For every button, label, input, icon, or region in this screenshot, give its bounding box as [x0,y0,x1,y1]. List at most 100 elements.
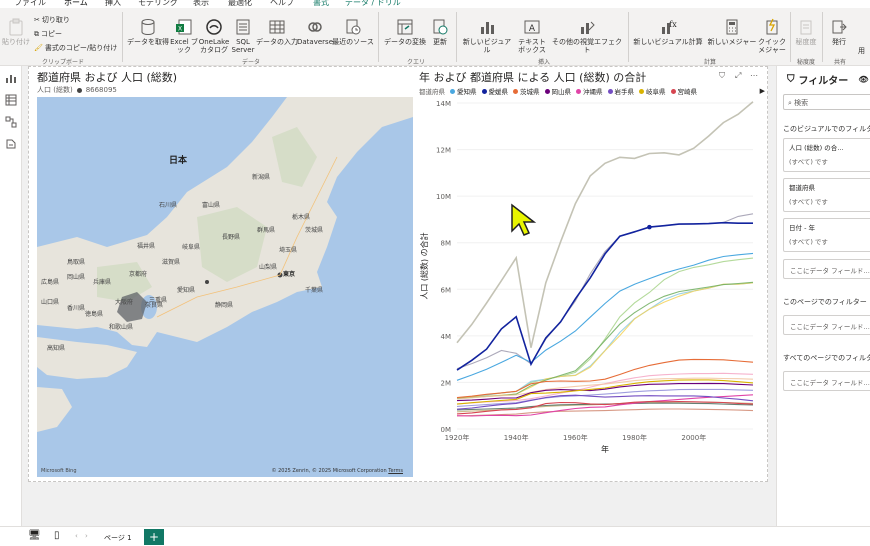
tab-view[interactable]: 表示 [193,0,209,8]
more-options-icon[interactable]: ⋯ [750,71,758,80]
excel-button[interactable]: X Excel ブック [170,12,198,54]
paste-button[interactable]: 貼り付け [2,12,30,46]
filter-card-year[interactable]: 日付 - 年 (すべて) です [783,218,870,252]
sql-server-button[interactable]: SQL Server [231,12,255,54]
legend-label: 宮崎県 [677,88,698,96]
sensitivity-button[interactable]: 秘度度 [794,12,818,46]
map-place-label: 高知県 [47,345,66,352]
focus-mode-icon[interactable]: ⤢ [735,71,741,81]
onelake-button[interactable]: OneLake カタログ [197,12,231,54]
next-page-icon[interactable]: › [85,532,88,540]
quick-measure-button[interactable]: クイック メジャー [758,12,786,54]
legend-dot [450,88,455,94]
filter-card-prefecture[interactable]: 都道府県 (すべて) です [783,178,870,212]
map-place-label: 三重県 [149,297,168,304]
get-data-button[interactable]: データを取得 [126,12,170,46]
map-place-label: 東京 [283,271,296,278]
chart-legend: 都道府県 愛知県 愛媛県 茨城県 岡山県 沖縄県 岩手県 岐阜県 宮崎県 ▶ [419,86,765,96]
map-place-label: 富山県 [202,202,221,209]
transform-data-button[interactable]: データの変換 [382,12,428,46]
group-clipboard: クリップボード [42,59,85,66]
series-line [456,382,754,402]
legend-item[interactable]: 愛知県 [450,86,477,96]
dataverse-button[interactable]: Dataverse [297,12,333,46]
page-filters-heading: このページでのフィルター [783,298,867,306]
series-line [456,377,754,400]
map-label-japan: 日本 [169,156,188,166]
enter-data-button[interactable]: データの入力 [256,12,298,46]
desktop-view-icon[interactable]: 🖥 [28,530,41,541]
y-tick-label: 10M [436,193,451,201]
legend-item[interactable]: 愛媛県 [481,86,508,96]
x-axis-label: 年 [601,444,609,454]
tab-modeling[interactable]: モデリング [138,0,178,8]
group-data: データ [242,59,261,66]
legend-title: 都道府県 [419,88,445,96]
table-view-icon[interactable] [5,94,17,106]
line-chart-visual[interactable]: 年 および 都道府県 による 人口 (総数) の合計 ⛉ ⤢ ⋯ 都道府県 愛知… [417,69,767,479]
page-tab-1[interactable]: ページ 1 [98,530,138,546]
group-share: 共有 [834,59,847,66]
legend-item[interactable]: 岐阜県 [639,86,666,96]
legend-item[interactable]: 岩手県 [607,86,634,96]
x-tick-label: 1940年 [504,433,529,442]
database-icon [141,19,155,36]
map-canvas[interactable]: 日本 石川県 富山県 新潟県 長野県 群馬県 栃木県 茨城県 埼玉県 東京 千葉… [37,97,413,477]
prev-page-icon[interactable]: ‹ [75,532,78,540]
tab-home[interactable]: ホーム [64,0,88,10]
legend-item[interactable]: 沖縄県 [576,86,603,96]
map-legend-label: 人口 (総数) [37,86,73,94]
tab-help[interactable]: ヘルプ [270,0,294,8]
mouse-cursor-icon [511,203,537,236]
map-place-label: 広島県 [41,279,60,286]
new-visual-calc-button[interactable]: fx 新しいビジュアル計算 [632,12,704,46]
model-view-icon[interactable] [5,116,17,128]
svg-text:A: A [529,24,536,34]
new-measure-button[interactable]: 新しいメジャー [704,12,760,46]
map-place-label: 滋賀県 [162,259,181,266]
recent-sources-button[interactable]: 最近のソース [332,12,374,46]
legend-label: 沖縄県 [583,88,603,96]
map-place-label: 京都府 [129,271,148,278]
japan-landmass [37,97,413,432]
eye-icon[interactable]: 👁 [858,75,868,84]
quick-measure-icon [766,18,778,35]
refresh-button[interactable]: 更新 [428,12,452,46]
report-view-icon[interactable] [5,72,17,84]
legend-next-icon[interactable]: ▶ [760,87,765,95]
cut-button[interactable]: ✂ 切り取り [34,15,70,25]
filter-card-population[interactable]: 人口 (総数) の合… (すべて) です [783,138,870,172]
tab-data-drill[interactable]: データ / ドリル [345,0,401,8]
ribbon-tabs: ファイル ホーム 挿入 モデリング 表示 最適化 ヘルプ 書式 データ / ドリ… [0,0,870,10]
map-place-label: 岡山県 [67,274,86,281]
add-data-field-visual[interactable]: ここにデータ フィールド… [783,259,870,279]
tab-optimize[interactable]: 最適化 [228,0,252,8]
legend-label: 岐阜県 [646,88,666,96]
legend-item[interactable]: 茨城県 [513,86,540,96]
text-box-button[interactable]: A テキスト ボックス [514,12,550,54]
tab-insert[interactable]: 挿入 [105,0,121,8]
tab-file[interactable]: ファイル [14,0,46,8]
new-visual-button[interactable]: 新しいビジュアル [460,12,514,54]
filter-icon[interactable]: ⛉ [719,71,725,81]
legend-item[interactable]: 岡山県 [544,86,571,96]
filter-search-input[interactable]: ⌕ 検索 [783,94,870,110]
terms-link[interactable]: Terms [388,468,403,474]
map-place-label: 群馬県 [257,227,276,234]
dax-query-view-icon[interactable] [5,138,17,150]
publish-button[interactable]: 発行 [826,12,852,46]
more-visuals-button[interactable]: その他の視覚エフェクト [550,12,624,54]
search-icon: ⌕ [788,99,792,107]
add-data-field-all[interactable]: ここにデータ フィールド… [783,371,870,391]
tab-format[interactable]: 書式 [313,0,329,8]
add-page-button[interactable]: + [144,529,164,545]
map-place-label: 徳島県 [85,311,104,318]
legend-item[interactable]: 宮崎県 [670,86,698,96]
map-visual[interactable]: 都道府県 および 人口 (総数) 人口 (総数) 8668095 日本 石川県 … [37,69,413,479]
svg-text:fx: fx [669,20,677,29]
page-navigator: 🖥 ▯ ‹ › ページ 1 + [0,526,870,546]
add-data-field-page[interactable]: ここにデータ フィールド… [783,315,870,335]
format-painter-button[interactable]: 🖌 書式のコピー/貼り付け [34,43,117,53]
copy-button[interactable]: ⧉ コピー [34,29,62,39]
mobile-view-icon[interactable]: ▯ [54,530,60,541]
